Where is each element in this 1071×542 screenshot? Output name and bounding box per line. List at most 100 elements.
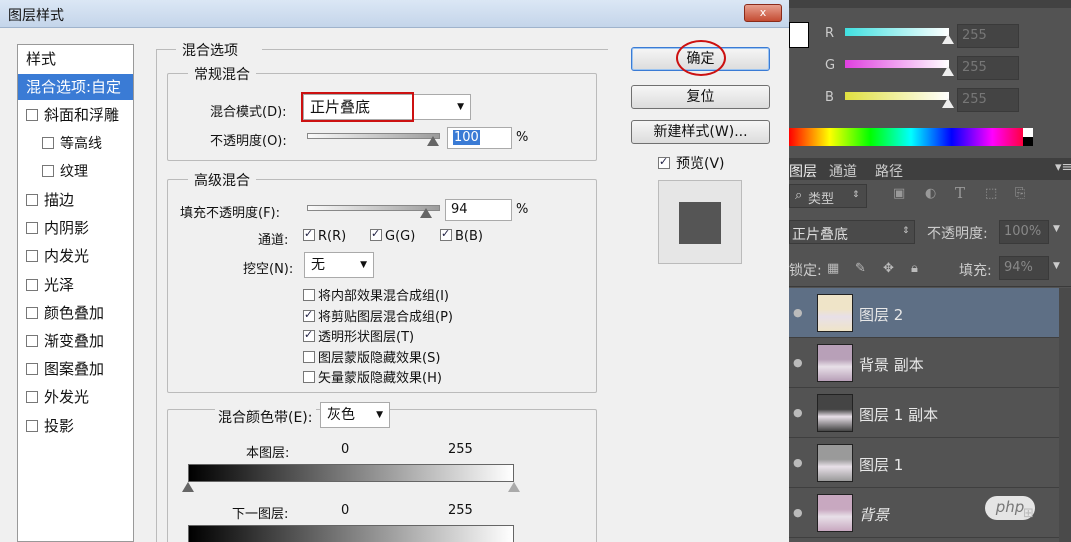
style-checkbox[interactable]: [26, 306, 38, 319]
layer-blend-mode-select[interactable]: 正片叠底 ⇕: [789, 220, 915, 244]
advanced-option-checkbox[interactable]: 将剪贴图层混合成组(P): [303, 306, 453, 325]
style-checkbox[interactable]: [26, 419, 38, 432]
style-checkbox[interactable]: [26, 391, 38, 404]
layer-opacity-input[interactable]: 100%: [999, 220, 1049, 244]
style-item[interactable]: 内阴影: [18, 215, 133, 241]
opacity-input[interactable]: 100: [447, 127, 512, 149]
style-checkbox[interactable]: [42, 136, 54, 149]
panel-menu-icon[interactable]: ▾≡: [1055, 160, 1071, 175]
fill-opacity-input[interactable]: 94: [445, 199, 512, 221]
layers-scrollbar[interactable]: [1059, 288, 1071, 542]
color-channel-slider[interactable]: [845, 60, 949, 68]
style-item[interactable]: 斜面和浮雕: [18, 102, 133, 128]
color-channel-thumb[interactable]: [942, 98, 954, 108]
layer-row[interactable]: ● 图层 2: [789, 288, 1059, 338]
style-item[interactable]: 样式: [18, 46, 133, 72]
style-checkbox[interactable]: [26, 194, 38, 206]
color-channel-value[interactable]: 255: [957, 88, 1019, 112]
style-item[interactable]: 颜色叠加: [18, 300, 133, 326]
text-filter-icon[interactable]: T: [955, 184, 965, 202]
preview-checkbox[interactable]: 预览(V): [658, 153, 725, 173]
tab-channels[interactable]: 通道: [829, 161, 857, 181]
opacity-slider-thumb[interactable]: [427, 136, 439, 146]
style-checkbox[interactable]: [26, 222, 38, 235]
layer-thumbnail: [817, 394, 853, 432]
layer-row[interactable]: ● 图层 1: [789, 438, 1059, 488]
eye-icon[interactable]: ●: [793, 306, 803, 319]
chevron-down-icon[interactable]: ▼: [1053, 261, 1060, 271]
spectrum-black-swatch[interactable]: [1023, 137, 1033, 146]
style-item[interactable]: 投影: [18, 413, 133, 439]
adjustment-filter-icon[interactable]: ◐: [925, 186, 936, 201]
channel-checkbox[interactable]: R(R): [303, 227, 346, 244]
color-channel-value[interactable]: 255: [957, 56, 1019, 80]
color-channel-label: R: [825, 26, 835, 41]
advanced-option-checkbox[interactable]: 矢量蒙版隐藏效果(H): [303, 367, 442, 386]
style-checkbox[interactable]: [26, 335, 38, 347]
style-item[interactable]: 纹理: [18, 159, 133, 185]
this-layer-gradient: [188, 464, 514, 482]
style-item[interactable]: 渐变叠加: [18, 328, 133, 354]
style-item[interactable]: 等高线: [18, 131, 133, 157]
color-channel-thumb[interactable]: [942, 66, 954, 76]
eye-icon[interactable]: ●: [793, 356, 803, 369]
style-item-label: 等高线: [60, 135, 102, 152]
this-layer-white-thumb[interactable]: [508, 482, 520, 492]
layer-thumbnail: [817, 494, 853, 532]
smart-object-filter-icon[interactable]: ⎘: [1015, 186, 1025, 201]
chevron-down-icon[interactable]: ▼: [1053, 224, 1060, 234]
layer-row[interactable]: ● 图层 1 副本: [789, 388, 1059, 438]
filter-type-select[interactable]: ⌕ 类型 ⇕: [789, 184, 867, 208]
layer-name: 图层 2: [859, 306, 904, 324]
reset-button[interactable]: 复位: [631, 85, 770, 109]
advanced-option-checkbox[interactable]: 图层蒙版隐藏效果(S): [303, 347, 440, 366]
style-checkbox[interactable]: [26, 363, 38, 376]
style-item[interactable]: 描边: [18, 187, 133, 213]
style-checkbox[interactable]: [26, 250, 38, 263]
channel-checkbox[interactable]: B(B): [440, 227, 483, 244]
eye-icon[interactable]: ●: [793, 406, 803, 419]
advanced-option-checkbox[interactable]: 透明形状图层(T): [303, 326, 414, 345]
color-channel-slider[interactable]: [845, 92, 949, 100]
foreground-color-swatch[interactable]: [789, 22, 809, 48]
shape-filter-icon[interactable]: ⬚: [985, 186, 997, 201]
style-item-label: 渐变叠加: [44, 332, 105, 350]
style-checkbox[interactable]: [26, 109, 38, 122]
layer-thumbnail: [817, 444, 853, 482]
fill-opacity-slider-thumb[interactable]: [420, 208, 432, 218]
advanced-option-checkbox[interactable]: 将内部效果混合成组(I): [303, 285, 449, 304]
color-channel-slider[interactable]: [845, 28, 949, 36]
this-layer-black-thumb[interactable]: [182, 482, 194, 492]
style-item[interactable]: 光泽: [18, 272, 133, 298]
new-style-button[interactable]: 新建样式(W)...: [631, 120, 770, 144]
layer-row[interactable]: ● 背景 副本: [789, 338, 1059, 388]
spectrum-white-swatch[interactable]: [1023, 128, 1033, 137]
advanced-option-label: 矢量蒙版隐藏效果(H): [318, 371, 442, 386]
channel-checkbox[interactable]: G(G): [370, 227, 415, 244]
lock-position-icon[interactable]: ✥: [883, 261, 894, 276]
lock-all-icon[interactable]: 🔒︎: [911, 261, 918, 276]
style-item[interactable]: 外发光: [18, 384, 133, 410]
lock-paint-icon[interactable]: ✎: [855, 261, 866, 276]
color-channel-thumb[interactable]: [942, 34, 954, 44]
image-filter-icon[interactable]: ▣: [893, 186, 905, 201]
blend-if-select[interactable]: 灰色 ▼: [320, 402, 390, 428]
lock-transparency-icon[interactable]: ▦: [827, 261, 839, 276]
new-layer-icon[interactable]: ⊞: [1023, 506, 1034, 521]
style-checkbox[interactable]: [42, 164, 54, 177]
color-spectrum[interactable]: [789, 128, 1033, 146]
eye-icon[interactable]: ●: [793, 456, 803, 469]
tab-layers[interactable]: 图层: [789, 161, 817, 181]
knockout-select[interactable]: 无 ▼: [304, 252, 374, 278]
style-checkbox[interactable]: [26, 278, 38, 291]
style-item[interactable]: 图案叠加: [18, 356, 133, 382]
close-button[interactable]: x: [744, 4, 782, 22]
advanced-option-label: 透明形状图层(T): [318, 330, 415, 345]
style-item[interactable]: 内发光: [18, 243, 133, 269]
opacity-slider[interactable]: [307, 133, 440, 139]
eye-icon[interactable]: ●: [793, 506, 803, 519]
layer-fill-input[interactable]: 94%: [999, 256, 1049, 280]
style-item[interactable]: 混合选项:自定: [18, 74, 133, 101]
tab-paths[interactable]: 路径: [875, 161, 903, 181]
color-channel-value[interactable]: 255: [957, 24, 1019, 48]
